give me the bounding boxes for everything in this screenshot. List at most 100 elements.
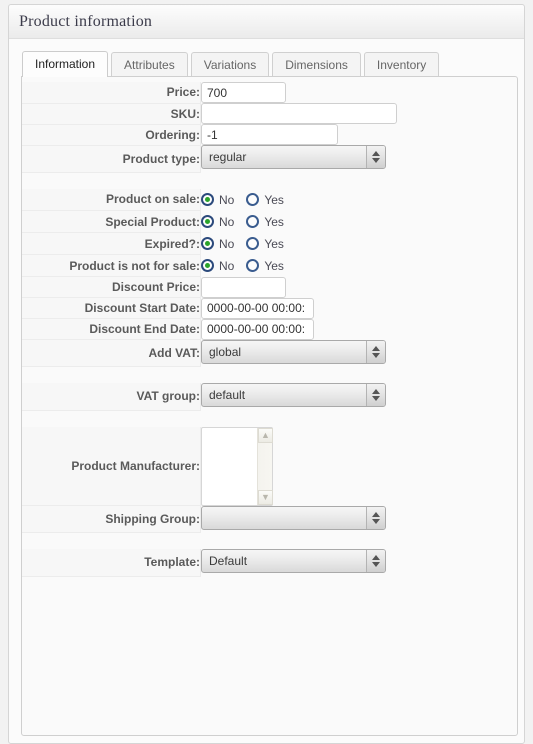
vat-group-spinner[interactable] (366, 384, 385, 406)
template-select[interactable]: Default (201, 549, 386, 573)
row-special-product: Special Product: No Yes (22, 210, 517, 233)
special-product-label-no[interactable]: No (219, 215, 234, 229)
triangle-up-icon (372, 555, 380, 560)
row-ordering: Ordering: (22, 124, 517, 146)
label-not-for-sale: Product is not for sale: (22, 254, 201, 277)
label-discount-price: Discount Price: (22, 276, 201, 298)
radio-dot-icon (205, 241, 210, 246)
row-product-on-sale: Product on sale: No Yes (22, 188, 517, 211)
discount-price-input[interactable] (201, 276, 286, 298)
expired-radio-group: No Yes (201, 233, 517, 255)
row-sku: SKU: (22, 103, 517, 125)
vat-group-value: default (209, 388, 246, 402)
label-discount-end-date: Discount End Date: (22, 318, 201, 340)
tab-bar: Information Attributes Variations Dimens… (15, 50, 524, 77)
information-tab-panel: Price: SKU: Ordering: (21, 76, 518, 736)
page-title: Product information (19, 12, 153, 30)
row-discount-price: Discount Price: (22, 276, 517, 298)
label-product-on-sale: Product on sale: (22, 188, 201, 211)
triangle-down-icon (372, 562, 380, 567)
chevron-down-icon[interactable]: ▼ (258, 489, 273, 505)
row-add-vat: Add VAT: global (22, 339, 517, 367)
triangle-down-icon (372, 352, 380, 358)
row-expired: Expired?: No Yes (22, 232, 517, 255)
shipping-group-spinner[interactable] (366, 506, 385, 529)
triangle-up-icon (372, 511, 380, 517)
product-information-form: Price: SKU: Ordering: (22, 82, 517, 577)
not-for-sale-label-no[interactable]: No (219, 259, 234, 273)
label-add-vat: Add VAT: (22, 339, 201, 367)
special-product-radio-yes[interactable] (246, 215, 260, 228)
special-product-label-yes[interactable]: Yes (264, 215, 284, 229)
discount-start-date-input[interactable] (201, 297, 314, 319)
row-discount-end-date: Discount End Date: (22, 318, 517, 340)
label-product-manufacturer: Product Manufacturer: (22, 426, 201, 506)
row-template: Template: Default (22, 549, 517, 577)
price-input[interactable] (201, 82, 286, 103)
radio-dot-icon (205, 219, 210, 224)
special-product-radio-group: No Yes (201, 211, 517, 233)
not-for-sale-radio-yes[interactable] (246, 259, 260, 272)
product-type-spinner[interactable] (366, 146, 385, 168)
add-vat-spinner[interactable] (366, 340, 385, 363)
product-on-sale-radio-group: No Yes (201, 189, 517, 211)
radio-dot-icon (205, 197, 210, 202)
product-type-select[interactable]: regular (201, 145, 386, 169)
expired-radio-no[interactable] (201, 237, 214, 250)
window-header: Product information (9, 5, 524, 39)
triangle-down-icon (372, 518, 380, 524)
product-type-value: regular (209, 150, 247, 164)
tab-dimensions[interactable]: Dimensions (272, 52, 361, 76)
expired-radio-yes[interactable] (246, 237, 260, 250)
tab-variations[interactable]: Variations (190, 52, 270, 76)
spacer-row (22, 533, 517, 550)
expired-label-yes[interactable]: Yes (264, 237, 284, 251)
template-spinner[interactable] (366, 550, 385, 572)
ordering-input[interactable] (201, 124, 338, 145)
tab-inventory[interactable]: Inventory (363, 52, 440, 76)
expired-label-no[interactable]: No (219, 237, 234, 251)
triangle-down-icon (372, 158, 380, 163)
label-discount-start-date: Discount Start Date: (22, 297, 201, 319)
triangle-up-icon (372, 389, 380, 394)
label-special-product: Special Product: (22, 210, 201, 233)
vat-group-select[interactable]: default (201, 383, 386, 407)
product-on-sale-label-yes[interactable]: Yes (264, 193, 284, 207)
row-vat-group: VAT group: default (22, 383, 517, 411)
label-price: Price: (22, 82, 201, 104)
triangle-down-icon (372, 396, 380, 401)
tab-attributes[interactable]: Attributes (111, 52, 188, 76)
spacer-row (22, 172, 517, 189)
radio-dot-icon (205, 263, 210, 268)
spacer-row (22, 367, 517, 384)
not-for-sale-radio-no[interactable] (201, 259, 214, 272)
product-manufacturer-scrollbar[interactable]: ▲ ▼ (257, 427, 273, 505)
triangle-up-icon (372, 151, 380, 156)
label-ordering: Ordering: (22, 124, 201, 146)
discount-end-date-input[interactable] (201, 318, 314, 340)
product-information-window: Product information Information Attribut… (8, 4, 525, 744)
not-for-sale-label-yes[interactable]: Yes (264, 259, 284, 273)
row-product-type: Product type: regular (22, 145, 517, 173)
not-for-sale-radio-group: No Yes (201, 255, 517, 277)
add-vat-value: global (209, 344, 242, 359)
chevron-up-icon[interactable]: ▲ (258, 427, 273, 443)
row-price: Price: (22, 82, 517, 104)
product-manufacturer-listbox[interactable]: ▲ ▼ (201, 426, 273, 506)
product-on-sale-radio-no[interactable] (201, 193, 214, 206)
label-sku: SKU: (22, 103, 201, 125)
triangle-up-icon (372, 345, 380, 351)
row-not-for-sale: Product is not for sale: No Yes (22, 254, 517, 277)
add-vat-select[interactable]: global (201, 339, 386, 364)
label-template: Template: (22, 549, 201, 577)
product-on-sale-radio-yes[interactable] (246, 193, 260, 206)
product-on-sale-label-no[interactable]: No (219, 193, 234, 207)
spacer-row (22, 410, 517, 427)
tabs-container: Information Attributes Variations Dimens… (9, 39, 524, 736)
label-product-type: Product type: (22, 145, 201, 173)
template-value: Default (209, 554, 248, 568)
special-product-radio-no[interactable] (201, 215, 214, 228)
shipping-group-select[interactable] (201, 505, 386, 530)
tab-information[interactable]: Information (22, 51, 109, 77)
sku-input[interactable] (201, 103, 397, 124)
